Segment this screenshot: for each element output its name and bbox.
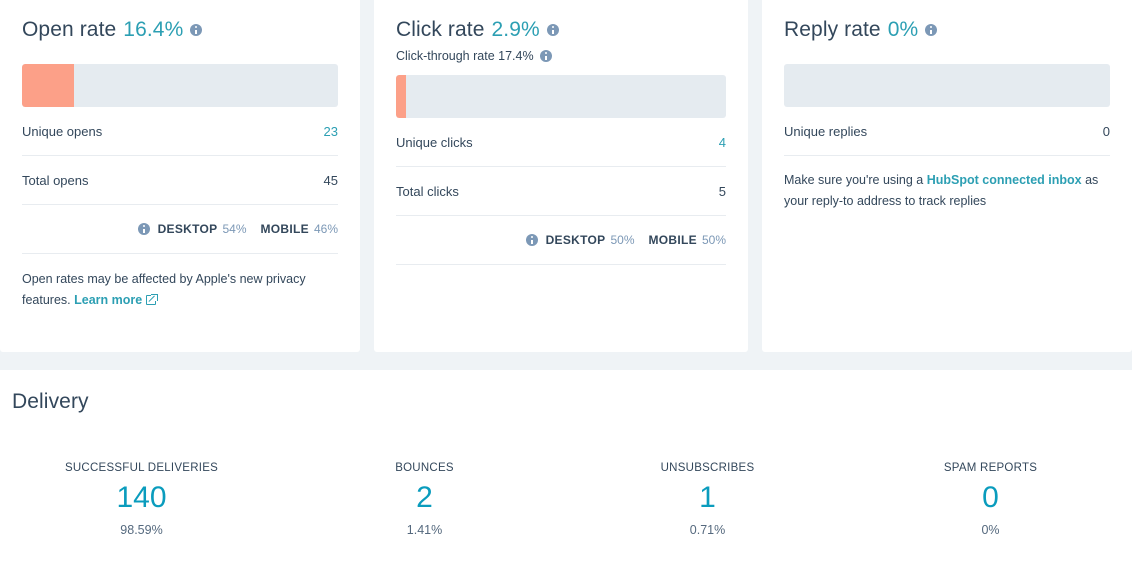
click-rate-card: Click rate 2.9% Click-through rate 17.4%… — [374, 0, 748, 352]
successful-deliveries-stat: SUCCESSFUL DELIVERIES 140 98.59% — [0, 462, 283, 537]
click-rate-heading: Click rate 2.9% — [396, 0, 726, 42]
unique-replies-value: 0 — [1102, 123, 1110, 139]
unique-opens-label: Unique opens — [22, 123, 103, 139]
reply-note-text-before: Make sure you're using a — [784, 173, 927, 187]
mobile-label: MOBILE — [648, 233, 697, 247]
unique-replies-row: Unique replies 0 — [784, 107, 1110, 156]
unsubscribes-stat: UNSUBSCRIBES 1 0.71% — [566, 462, 849, 537]
successful-deliveries-label: SUCCESSFUL DELIVERIES — [64, 462, 219, 474]
reply-rate-card: Reply rate 0% Unique replies 0 Make sure… — [762, 0, 1132, 352]
external-link-icon — [146, 293, 158, 305]
reply-rate-progress-track — [784, 64, 1110, 107]
delivery-title: Delivery — [12, 390, 89, 413]
open-rate-progress-fill — [22, 64, 74, 107]
open-rate-bar-container — [22, 42, 338, 107]
delivery-stats-row: SUCCESSFUL DELIVERIES 140 98.59% BOUNCES… — [0, 462, 1132, 537]
spam-reports-stat: SPAM REPORTS 0 0% — [849, 462, 1132, 537]
unsubscribes-label: UNSUBSCRIBES — [660, 462, 755, 474]
info-icon[interactable] — [925, 24, 938, 36]
unsubscribes-value[interactable]: 1 — [566, 481, 849, 515]
info-icon[interactable] — [190, 24, 203, 36]
metric-cards-row: Open rate 16.4% Unique opens 23 Total op… — [0, 0, 1132, 370]
mobile-label: MOBILE — [260, 222, 309, 236]
desktop-percent: 54% — [222, 222, 247, 236]
unique-clicks-value[interactable]: 4 — [719, 135, 726, 150]
info-icon[interactable] — [137, 223, 150, 235]
open-rate-progress-track — [22, 64, 338, 107]
bounces-value[interactable]: 2 — [283, 481, 566, 515]
total-clicks-row: Total clicks 5 — [396, 167, 726, 216]
successful-deliveries-percent: 98.59% — [120, 523, 163, 537]
desktop-label: DESKTOP — [545, 233, 606, 247]
reply-rate-note: Make sure you're using a HubSpot connect… — [784, 156, 1110, 212]
open-rate-card: Open rate 16.4% Unique opens 23 Total op… — [0, 0, 360, 352]
bounces-label: BOUNCES — [395, 462, 454, 474]
click-rate-progress-track — [396, 75, 726, 118]
bounces-stat: BOUNCES 2 1.41% — [283, 462, 566, 537]
open-rate-note-text: Open rates may be affected by Apple's ne… — [22, 272, 306, 307]
click-rate-value: 2.9% — [491, 18, 540, 41]
info-icon[interactable] — [525, 234, 538, 246]
reply-rate-value: 0% — [887, 18, 919, 41]
total-opens-value: 45 — [323, 172, 338, 188]
open-rate-value: 16.4% — [123, 18, 184, 41]
reply-rate-title: Reply rate — [784, 18, 881, 41]
hubspot-connected-inbox-link[interactable]: HubSpot connected inbox — [927, 173, 1082, 187]
unsubscribes-percent: 0.71% — [689, 523, 726, 537]
total-opens-label: Total opens — [22, 172, 89, 188]
mobile-percent: 50% — [701, 233, 726, 247]
click-through-rate-row: Click-through rate 17.4% — [396, 49, 726, 63]
unique-replies-label: Unique replies — [784, 123, 868, 139]
click-rate-title: Click rate — [396, 18, 485, 41]
click-through-rate-label: Click-through rate 17.4% — [396, 49, 534, 63]
click-device-breakdown: DESKTOP 50% MOBILE 50% — [396, 216, 726, 265]
reply-rate-heading: Reply rate 0% — [784, 0, 1110, 42]
total-clicks-value: 5 — [718, 183, 726, 199]
total-clicks-label: Total clicks — [396, 183, 459, 199]
spam-reports-value[interactable]: 0 — [849, 481, 1132, 515]
open-device-breakdown: DESKTOP 54% MOBILE 46% — [22, 205, 338, 254]
delivery-section: Delivery SUCCESSFUL DELIVERIES 140 98.59… — [0, 370, 1132, 575]
learn-more-label: Learn more — [74, 293, 143, 307]
click-rate-progress-fill — [396, 75, 406, 118]
info-icon[interactable] — [546, 24, 559, 36]
open-rate-heading: Open rate 16.4% — [22, 0, 338, 42]
click-rate-bar-container — [396, 63, 726, 118]
reply-rate-bar-container — [784, 42, 1110, 107]
open-rate-note: Open rates may be affected by Apple's ne… — [22, 254, 338, 311]
unique-clicks-label: Unique clicks — [396, 134, 473, 150]
open-rate-title: Open rate — [22, 18, 117, 41]
spam-reports-percent: 0% — [981, 523, 1000, 537]
unique-clicks-row: Unique clicks 4 — [396, 118, 726, 167]
total-opens-row: Total opens 45 — [22, 156, 338, 205]
successful-deliveries-value[interactable]: 140 — [0, 481, 283, 515]
unique-opens-value[interactable]: 23 — [324, 124, 338, 139]
bounces-percent: 1.41% — [406, 523, 443, 537]
desktop-percent: 50% — [610, 233, 635, 247]
spam-reports-label: SPAM REPORTS — [943, 462, 1038, 474]
desktop-label: DESKTOP — [157, 222, 218, 236]
info-icon[interactable] — [539, 50, 552, 62]
learn-more-link[interactable]: Learn more — [74, 293, 158, 307]
mobile-percent: 46% — [313, 222, 338, 236]
unique-opens-row: Unique opens 23 — [22, 107, 338, 156]
